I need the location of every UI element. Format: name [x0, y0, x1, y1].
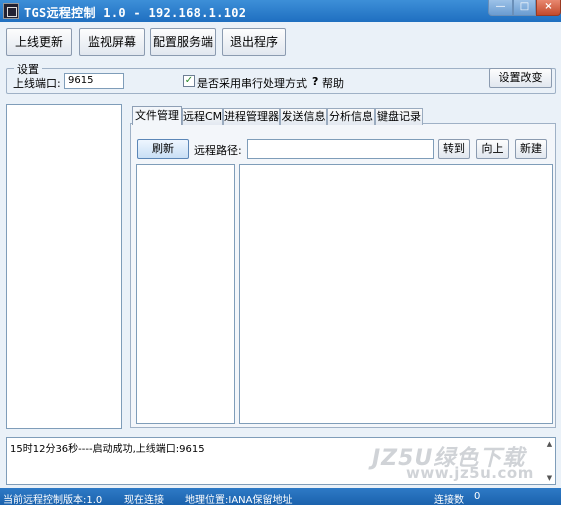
- watermark-url: www.jz5u.com: [406, 464, 534, 482]
- maximize-button[interactable]: □: [513, 0, 536, 16]
- status-version: 当前远程控制版本:1.0: [3, 495, 103, 505]
- title-bar: TGS远程控制 1.0 - 192.168.1.102 — □ ×: [0, 0, 561, 22]
- serial-label: 是否采用串行处理方式: [197, 77, 307, 90]
- tab-file-manager[interactable]: 文件管理: [132, 106, 182, 125]
- tab-remote-cmd[interactable]: 远程CMD: [182, 108, 223, 125]
- exit-program-button[interactable]: 退出程序: [222, 28, 286, 56]
- monitor-screen-button[interactable]: 监视屏幕: [79, 28, 145, 56]
- status-count-label: 连接数: [434, 495, 464, 505]
- watermark: JZ5U绿色下载 www.jz5u.com: [372, 440, 552, 484]
- tab-analyze-info[interactable]: 分析信息: [327, 108, 375, 125]
- directory-tree[interactable]: [136, 164, 235, 424]
- serial-checkbox[interactable]: ✓: [183, 75, 195, 87]
- remote-path-input[interactable]: [247, 139, 434, 159]
- tab-send-message[interactable]: 发送信息: [280, 108, 327, 125]
- file-list[interactable]: [239, 164, 553, 424]
- close-button[interactable]: ×: [536, 0, 561, 16]
- port-label: 上线端口:: [13, 77, 61, 90]
- new-button[interactable]: 新建: [515, 139, 547, 159]
- remote-path-label: 远程路径:: [194, 144, 242, 157]
- window-title: TGS远程控制 1.0 - 192.168.1.102: [24, 6, 247, 20]
- refresh-button[interactable]: 刷新: [137, 139, 189, 159]
- minimize-button[interactable]: —: [488, 0, 513, 16]
- goto-button[interactable]: 转到: [438, 139, 470, 159]
- app-icon: [3, 3, 19, 19]
- tab-keylogger[interactable]: 键盘记录: [375, 108, 423, 125]
- status-bar: 当前远程控制版本:1.0 现在连接 地理位置:IANA保留地址 连接数 0: [0, 488, 561, 505]
- up-button[interactable]: 向上: [476, 139, 509, 159]
- online-update-button[interactable]: 上线更新: [6, 28, 72, 56]
- config-server-button[interactable]: 配置服务端: [150, 28, 216, 56]
- apply-settings-button[interactable]: 设置改变: [489, 68, 552, 88]
- status-count-value: 0: [474, 491, 481, 502]
- connection-list[interactable]: [6, 104, 122, 429]
- status-location: 地理位置:IANA保留地址: [185, 495, 293, 505]
- tab-process-manager[interactable]: 进程管理器: [223, 108, 280, 125]
- status-connection: 现在连接: [124, 495, 164, 505]
- help-label[interactable]: 帮助: [322, 75, 344, 91]
- help-icon[interactable]: ?: [312, 75, 318, 88]
- port-input[interactable]: 9615: [64, 73, 124, 89]
